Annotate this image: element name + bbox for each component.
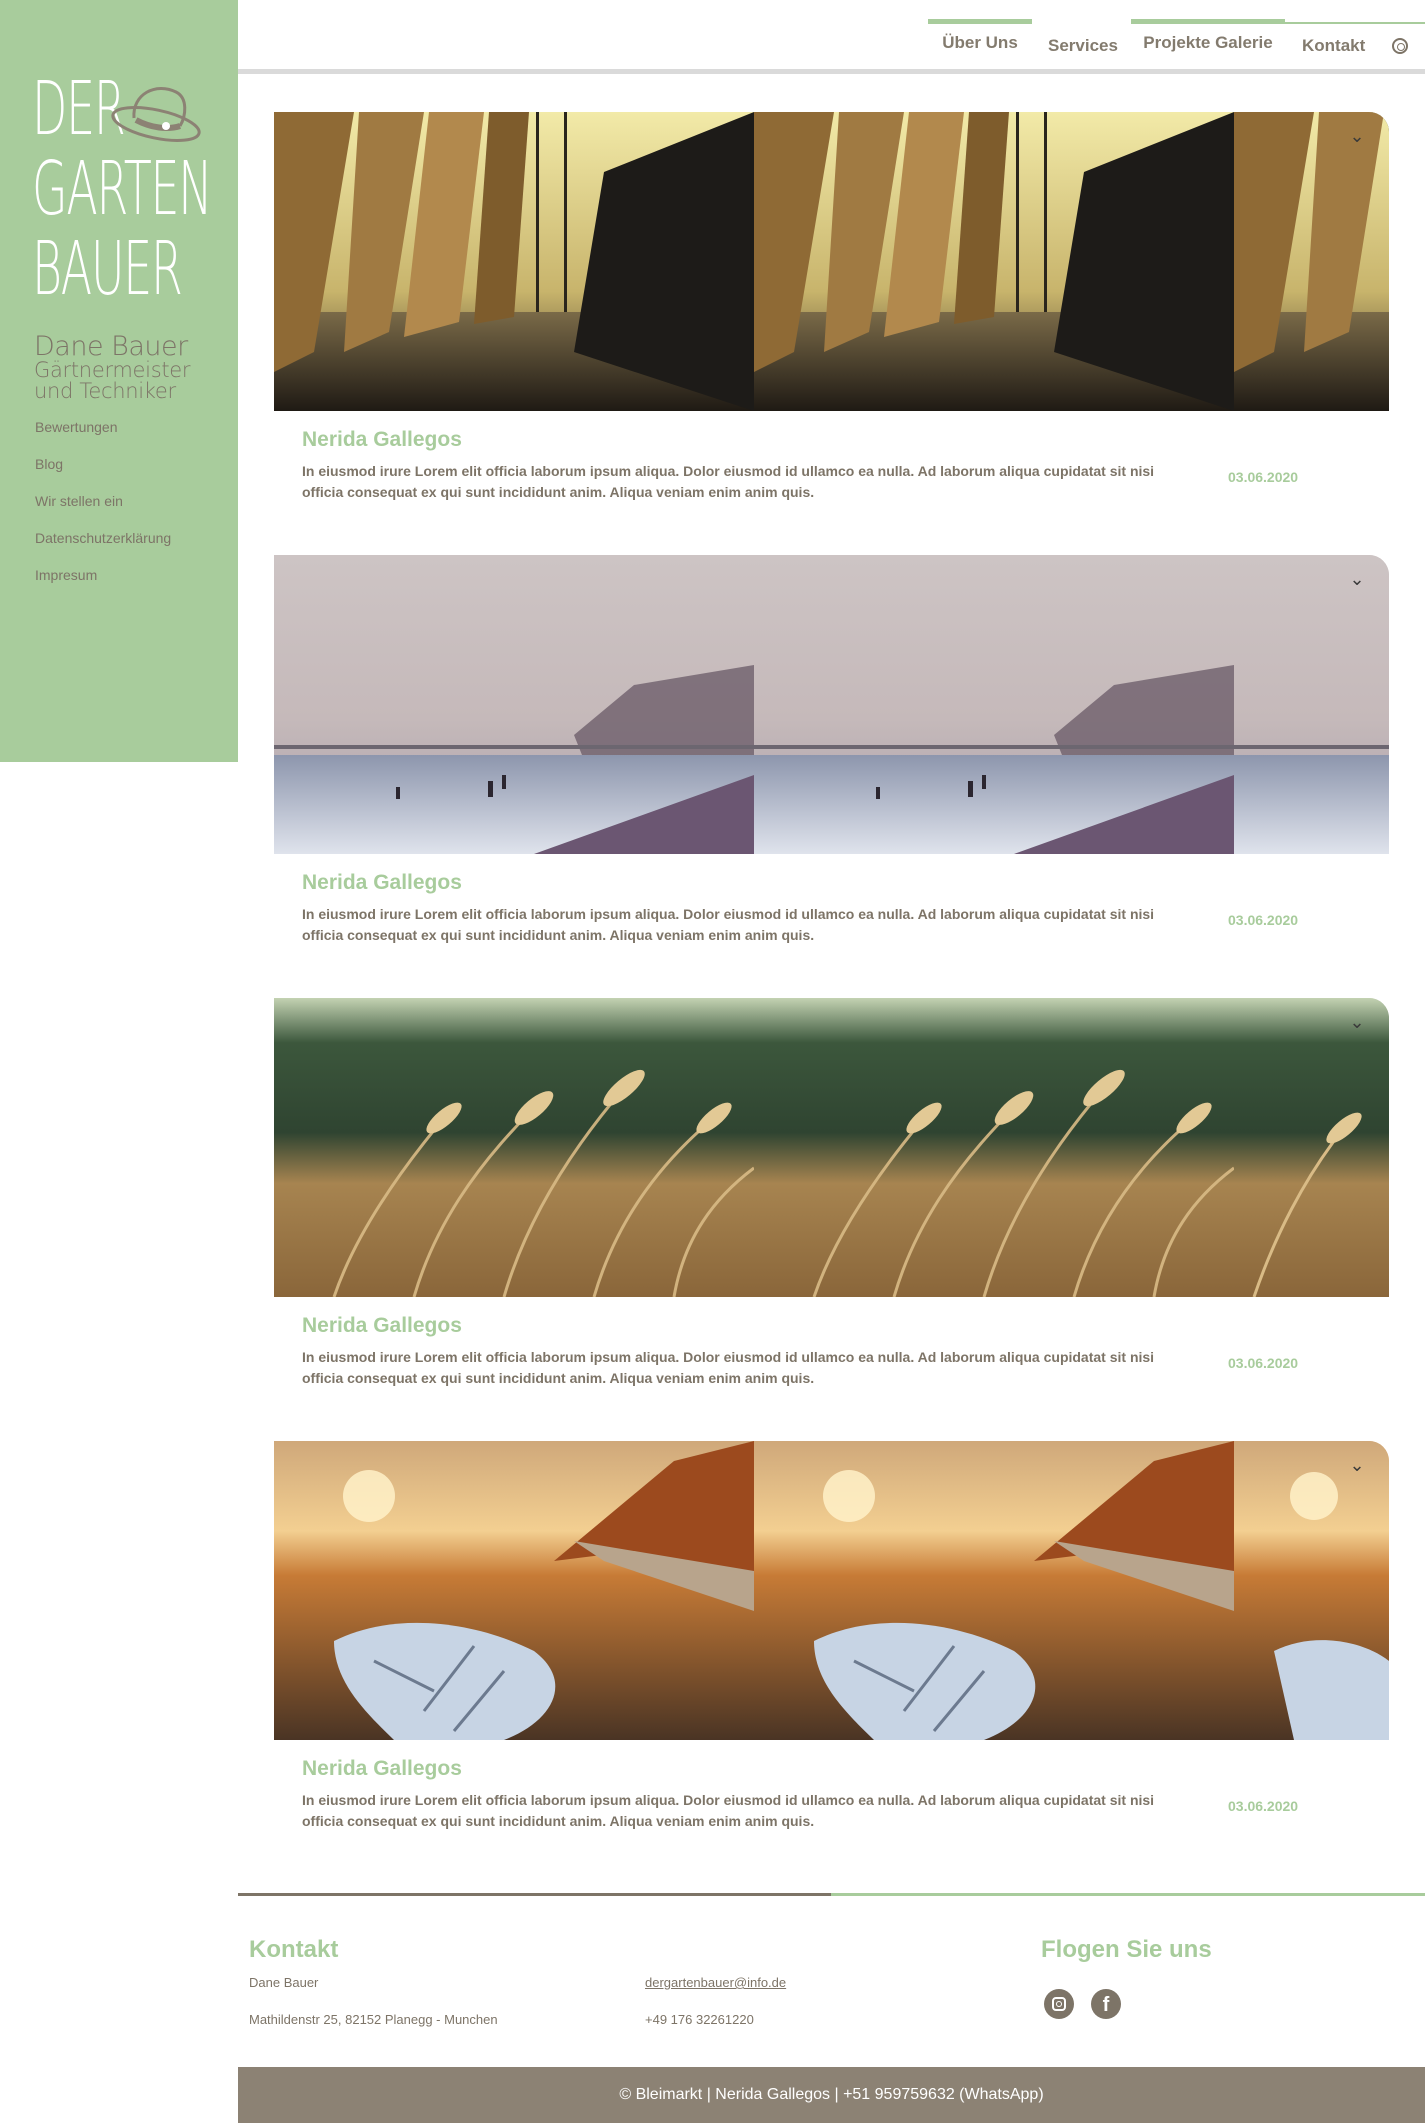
nav-kontakt-label: Kontakt bbox=[1302, 36, 1366, 55]
post-image bbox=[754, 555, 1234, 854]
post-image-carousel[interactable]: ⌄ bbox=[274, 998, 1389, 1297]
post-image bbox=[1234, 998, 1389, 1297]
post-excerpt: In eiusmod irure Lorem elit officia labo… bbox=[302, 463, 1155, 500]
post-image bbox=[754, 1441, 1234, 1740]
post-image bbox=[754, 998, 1235, 1297]
post-image bbox=[274, 998, 755, 1297]
post-title[interactable]: Nerida Gallegos bbox=[302, 871, 462, 895]
logo-word-garten: GARTEN bbox=[32, 146, 213, 232]
sidebar-item-impresum[interactable]: Impresum bbox=[35, 566, 171, 603]
nav-projekte-galerie[interactable]: Projekte Galerie bbox=[1131, 19, 1285, 55]
footer-contact-title: Kontakt bbox=[249, 1936, 339, 1963]
logo-word-bauer: BAUER bbox=[32, 226, 183, 312]
footer-divider-dark bbox=[238, 1893, 831, 1896]
nav-services[interactable]: Services bbox=[1048, 24, 1118, 60]
post-image bbox=[1234, 555, 1389, 854]
post-image bbox=[274, 555, 754, 854]
footer-address: Mathildenstr 25, 82152 Planegg - Munchen bbox=[249, 2012, 498, 2027]
nav-projekte-galerie-label: Projekte Galerie bbox=[1143, 33, 1273, 52]
facebook-glyph: f bbox=[1102, 1994, 1110, 2016]
nav-kontakt[interactable]: Kontakt bbox=[1302, 24, 1365, 60]
sidebar: DER GARTEN BAUER Dane Bauer Gärtnermeist… bbox=[0, 0, 238, 762]
footer-phone: +49 176 32261220 bbox=[645, 2012, 754, 2027]
nav-services-label: Services bbox=[1048, 36, 1118, 55]
post-image bbox=[274, 112, 754, 411]
copyright-bar: © Bleimarkt | Nerida Gallegos | +51 9597… bbox=[238, 2067, 1425, 2123]
blog-post: ⌄ Nerida Gallegos In eiusmod irure Lorem… bbox=[274, 1441, 1389, 1829]
post-excerpt: In eiusmod irure Lorem elit officia labo… bbox=[302, 906, 1155, 943]
footer-name: Dane Bauer bbox=[249, 1975, 319, 1990]
owner-info: Dane Bauer Gärtnermeister und Techniker bbox=[34, 333, 234, 402]
chevron-down-icon[interactable]: ⌄ bbox=[1347, 1455, 1367, 1475]
post-image bbox=[754, 112, 1234, 411]
post-date: 03.06.2020 bbox=[1228, 912, 1299, 928]
blog-post: ⌄ Nerida Gallegos In eiusmod irure Lorem… bbox=[274, 555, 1389, 943]
site-logo[interactable]: DER GARTEN BAUER bbox=[32, 72, 213, 324]
footer-divider-green bbox=[831, 1893, 1425, 1896]
post-date: 03.06.2020 bbox=[1228, 1798, 1299, 1814]
post-image-carousel[interactable]: ⌄ bbox=[274, 555, 1389, 854]
post-image bbox=[274, 1441, 754, 1740]
chevron-down-icon[interactable]: ⌄ bbox=[1347, 569, 1367, 589]
post-excerpt: In eiusmod irure Lorem elit officia labo… bbox=[302, 1792, 1155, 1829]
sidebar-item-blog[interactable]: Blog bbox=[35, 455, 171, 492]
footer-follow-title: Flogen Sie uns bbox=[1041, 1936, 1212, 1963]
owner-title-2: und Techniker bbox=[34, 379, 176, 403]
copyright-text: © Bleimarkt | Nerida Gallegos | +51 9597… bbox=[619, 2086, 1044, 2103]
sidebar-item-datenschutz[interactable]: Datenschutzerklärung bbox=[35, 529, 171, 566]
blog-post: ⌄ Nerida Gallegos In eiusmod irure Lorem… bbox=[274, 112, 1389, 500]
hat-logo-icon bbox=[111, 86, 201, 142]
post-image-carousel[interactable]: ⌄ bbox=[274, 112, 1389, 411]
post-excerpt: In eiusmod irure Lorem elit officia labo… bbox=[302, 1349, 1155, 1386]
owner-title-1: Gärtnermeister bbox=[34, 358, 191, 382]
post-image bbox=[1234, 1441, 1389, 1740]
sidebar-item-wir-stellen-ein[interactable]: Wir stellen ein bbox=[35, 492, 171, 529]
instagram-icon[interactable] bbox=[1044, 1989, 1074, 2019]
footer-email-link[interactable]: dergartenbauer@info.de bbox=[645, 1975, 786, 1990]
sidebar-item-bewertungen[interactable]: Bewertungen bbox=[35, 418, 171, 455]
chevron-down-icon[interactable]: ⌄ bbox=[1347, 126, 1367, 146]
post-title[interactable]: Nerida Gallegos bbox=[302, 428, 462, 452]
instagram-icon[interactable] bbox=[1392, 38, 1408, 54]
nav-ueber-uns-label: Über Uns bbox=[942, 33, 1018, 52]
sidebar-nav: Bewertungen Blog Wir stellen ein Datensc… bbox=[35, 418, 171, 603]
post-title[interactable]: Nerida Gallegos bbox=[302, 1314, 462, 1338]
nav-ueber-uns[interactable]: Über Uns bbox=[928, 19, 1032, 55]
chevron-down-icon[interactable]: ⌄ bbox=[1347, 1012, 1367, 1032]
blog-post: ⌄ Nerida Gallegos In eiusmod irure Lorem… bbox=[274, 998, 1389, 1386]
facebook-icon[interactable]: f bbox=[1091, 1989, 1121, 2019]
post-date: 03.06.2020 bbox=[1228, 469, 1299, 485]
owner-name: Dane Bauer bbox=[34, 331, 188, 362]
header-divider bbox=[238, 69, 1425, 74]
post-date: 03.06.2020 bbox=[1228, 1355, 1299, 1371]
post-image-carousel[interactable]: ⌄ bbox=[274, 1441, 1389, 1740]
post-image bbox=[1234, 112, 1389, 411]
post-title[interactable]: Nerida Gallegos bbox=[302, 1757, 462, 1781]
